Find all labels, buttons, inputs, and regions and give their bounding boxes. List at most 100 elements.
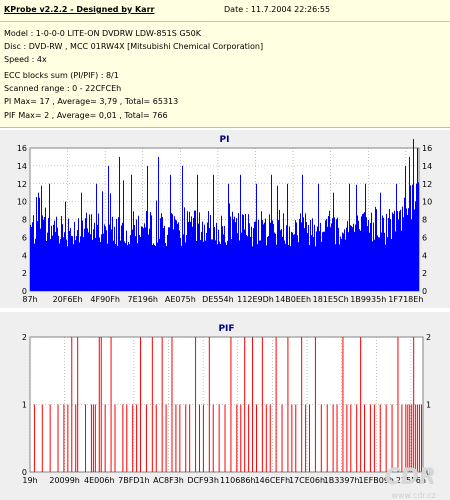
pi-bar bbox=[110, 193, 111, 291]
pi-bar bbox=[329, 210, 330, 291]
pi-bar bbox=[33, 215, 34, 291]
pif-bar bbox=[373, 404, 375, 472]
pi-bar bbox=[121, 225, 122, 291]
pi-bar bbox=[56, 216, 57, 291]
pi-bar bbox=[311, 235, 312, 291]
pi-bar bbox=[151, 215, 152, 291]
pif-bar bbox=[171, 337, 173, 472]
pi-bar bbox=[340, 236, 341, 291]
pif-bar bbox=[364, 404, 366, 472]
pi-bar bbox=[309, 245, 310, 291]
pi-ytick-right: 10 bbox=[422, 198, 432, 207]
pi-bar bbox=[399, 211, 400, 291]
pi-ytick-left: 2 bbox=[22, 269, 27, 278]
pi-bar bbox=[201, 232, 202, 291]
pi-bar bbox=[416, 183, 417, 291]
header-divider bbox=[0, 21, 450, 22]
pif-bar bbox=[326, 404, 328, 472]
pi-bar bbox=[356, 184, 357, 291]
pi-bar bbox=[341, 238, 342, 291]
pi-bar bbox=[280, 230, 281, 291]
pif-bar bbox=[419, 404, 421, 472]
pif-bar bbox=[369, 404, 371, 472]
pi-bar bbox=[154, 245, 155, 291]
pi-bar bbox=[367, 226, 368, 291]
pif-bar bbox=[401, 404, 403, 472]
pi-bar bbox=[44, 217, 45, 291]
pi-bar bbox=[140, 237, 141, 291]
pi-bar bbox=[88, 232, 89, 291]
pif-bar bbox=[244, 337, 246, 472]
pi-ytick-left: 12 bbox=[17, 180, 27, 189]
pi-xtick-label: AE075h bbox=[165, 295, 196, 304]
pi-bar bbox=[288, 245, 289, 291]
pi-bar bbox=[194, 210, 195, 291]
pi-bar bbox=[307, 233, 308, 291]
pif-bar bbox=[346, 404, 348, 472]
pi-bar bbox=[137, 243, 138, 291]
pi-bar bbox=[294, 234, 295, 291]
pi-bar bbox=[361, 216, 362, 291]
pi-bar bbox=[401, 230, 402, 291]
pi-bar bbox=[409, 156, 410, 291]
pif-bar bbox=[291, 404, 293, 472]
pi-bar bbox=[375, 206, 376, 291]
pi-bar bbox=[242, 214, 243, 291]
pi-chart-panel: PI 0 0 2 2 4 4 6 6 8 8 10 10 12 12 14 14 16 16 87h 20F6Eh 4F9… bbox=[0, 130, 450, 308]
pi-bar bbox=[57, 227, 58, 291]
pi-bar bbox=[159, 238, 160, 291]
pi-bar bbox=[331, 223, 332, 291]
pif-xtick-label: 4E006h bbox=[84, 476, 114, 485]
pif-bar bbox=[198, 404, 200, 472]
pi-bar bbox=[275, 233, 276, 291]
pi-bar bbox=[136, 219, 137, 291]
pi-bar bbox=[322, 232, 323, 291]
pi-bar bbox=[312, 218, 313, 291]
pi-bar bbox=[161, 213, 162, 291]
pi-bar bbox=[247, 236, 248, 291]
pi-bar bbox=[148, 234, 149, 291]
pi-xtick-label: 112E9Dh bbox=[237, 295, 274, 304]
pi-bar bbox=[326, 218, 327, 291]
pi-bar bbox=[197, 174, 198, 291]
pi-bar bbox=[252, 246, 253, 291]
pi-bar bbox=[111, 229, 112, 291]
pi-bar bbox=[363, 213, 364, 291]
pi-bar bbox=[289, 226, 290, 291]
pi-bar bbox=[415, 201, 416, 291]
pi-xtick-label: 20F6Eh bbox=[53, 295, 83, 304]
pi-bar bbox=[184, 207, 185, 291]
pif-bar bbox=[179, 404, 181, 472]
pif-bar bbox=[49, 404, 51, 472]
pi-bar bbox=[146, 211, 147, 291]
pi-bar bbox=[127, 245, 128, 291]
pi-bar bbox=[217, 244, 218, 291]
pi-bar bbox=[117, 245, 118, 291]
pi-bar bbox=[285, 243, 286, 291]
pi-bar bbox=[333, 192, 334, 291]
pif-bar bbox=[385, 404, 387, 472]
pif-bar bbox=[145, 404, 147, 472]
pi-bar bbox=[84, 228, 85, 291]
pi-bar bbox=[339, 244, 340, 291]
pi-bar bbox=[135, 236, 136, 291]
pi-bar bbox=[133, 211, 134, 291]
pi-bar bbox=[166, 245, 167, 291]
pif-bar bbox=[110, 337, 112, 472]
pi-bar bbox=[336, 219, 337, 291]
pi-bar bbox=[77, 230, 78, 291]
pi-bar bbox=[115, 244, 116, 291]
pi-bar bbox=[400, 209, 401, 291]
pi-bar bbox=[418, 182, 419, 291]
pi-bar bbox=[369, 232, 370, 291]
pi-bar bbox=[67, 246, 68, 291]
pi-bar bbox=[47, 232, 48, 291]
pif-bar bbox=[261, 337, 263, 472]
app-title[interactable]: KProbe v2.2.2 - Designed by Karr bbox=[4, 5, 154, 14]
pi-bar bbox=[74, 221, 75, 291]
pi-bar bbox=[342, 232, 343, 291]
pi-bar bbox=[256, 183, 257, 291]
pi-bar bbox=[80, 236, 81, 291]
pi-bar bbox=[51, 225, 52, 291]
pi-bar bbox=[273, 224, 274, 291]
